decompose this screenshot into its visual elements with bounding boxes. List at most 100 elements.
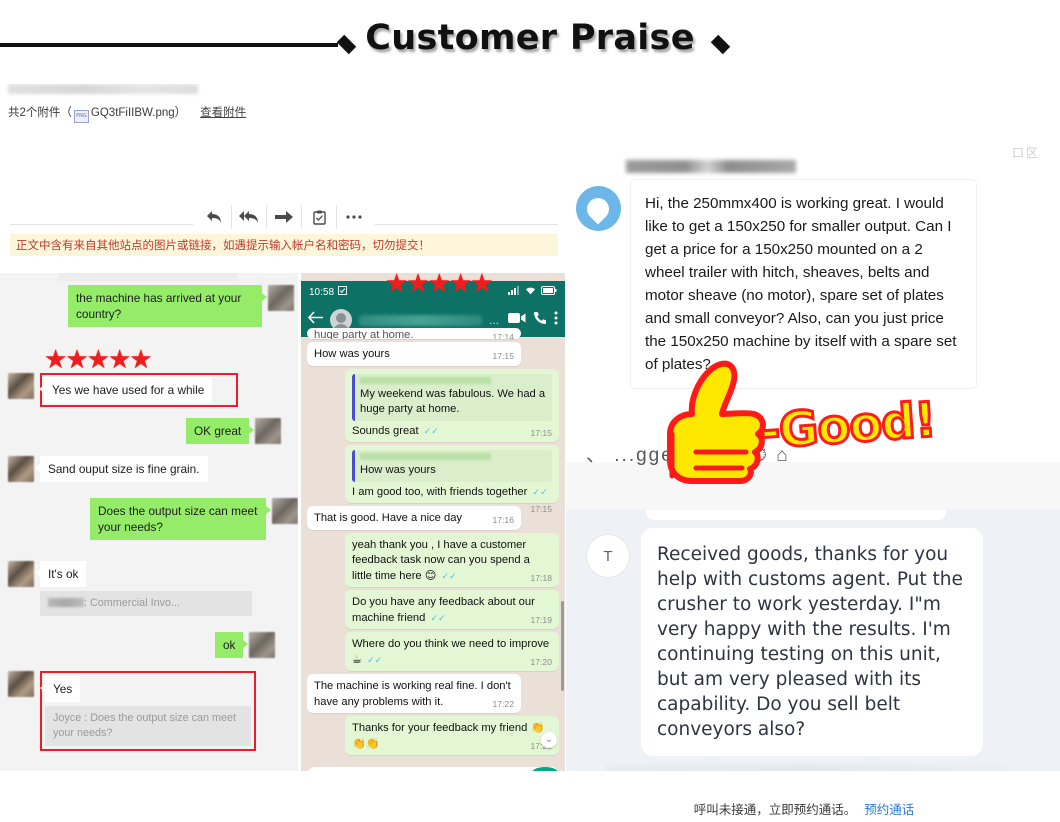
wechat-quoted-message[interactable]: Joyce : Does the output size can meet yo… — [45, 706, 251, 746]
contact-name-blurred — [359, 314, 482, 326]
star-icon: ★ — [129, 345, 153, 375]
task-icon[interactable] — [301, 205, 336, 229]
customer-inquiry-message[interactable]: Hi, the 250mmx400 is working great. I wo… — [631, 180, 976, 388]
avatar[interactable]: T — [586, 534, 630, 578]
png-file-icon: PNG — [73, 110, 89, 123]
bubble-tail — [35, 569, 40, 577]
chevron-double-down-icon[interactable]: ⌄ — [541, 732, 557, 748]
signal-icon — [508, 286, 520, 298]
quote-text: Joyce : Does the output size can meet yo… — [53, 712, 237, 739]
quoted-text: How was yours — [360, 464, 436, 476]
wechat-quoted-attachment[interactable]: : Commercial Invo... — [40, 591, 252, 616]
whatsapp-message-outgoing[interactable]: Do you have any feedback about our machi… — [345, 590, 559, 629]
email-security-warning: 正文中含有来自其他站点的图片或链接，如遇提示输入帐户名和密码，切勿提交！ — [10, 234, 558, 256]
star-icon: ★ — [448, 273, 473, 299]
wechat-bubble-incoming[interactable]: Yes — [40, 676, 81, 702]
message-timestamp: 17:15 — [530, 504, 552, 514]
read-receipt-icon: ✓✓ — [441, 570, 457, 581]
whatsapp-message-incoming[interactable]: The machine is working real fine. I don'… — [307, 674, 521, 713]
wechat-star-rating: ★★★★★ — [44, 345, 153, 375]
sender-name-blurred — [48, 598, 84, 607]
bubble-tail — [40, 684, 45, 692]
page-header: Customer Praise — [0, 0, 1060, 781]
message-timestamp: 17:16 — [492, 515, 514, 525]
chat-message-row: Yes we have used for a while — [8, 373, 239, 407]
star-icon: ★ — [470, 273, 494, 299]
message-text: Yes — [53, 682, 73, 696]
message-text: yeah thank you , I have a customer feedb… — [352, 538, 530, 582]
chat-message-row: Yes Joyce : Does the output size can mee… — [8, 671, 256, 751]
read-receipt-icon: ✓✓ — [367, 654, 383, 665]
whatsapp-message-outgoing[interactable]: yeah thank you , I have a customer feedb… — [345, 532, 559, 587]
customer-feedback-message[interactable]: Received goods, thanks for you help with… — [641, 528, 983, 756]
wechat-bubble-outgoing[interactable]: ok — [215, 632, 249, 658]
window-corner-controls[interactable]: 口区 — [1012, 144, 1040, 161]
message-text: Does the output size can meet your needs… — [98, 504, 258, 534]
wechat-bubble-incoming[interactable]: Yes we have used for a while — [39, 377, 213, 403]
message-timestamp: 17:14 — [492, 332, 514, 339]
whatsapp-message-outgoing[interactable]: How was yours I am good too, with friend… — [345, 445, 559, 514]
chat-message-row: the machine has arrived at your country? — [68, 285, 294, 327]
message-text: It's ok — [48, 567, 79, 581]
avatar — [8, 373, 34, 399]
message-text: I am good too, with friends together — [352, 485, 528, 498]
reply-icon[interactable] — [197, 205, 231, 229]
video-call-icon[interactable] — [508, 311, 526, 329]
more-icon[interactable] — [336, 205, 371, 229]
chat-message-row: OK great — [186, 418, 282, 444]
whatsapp-message-incoming[interactable]: 17:15 How was yours — [307, 342, 521, 366]
phone-call-icon[interactable] — [533, 311, 547, 330]
reply-all-icon[interactable] — [231, 205, 266, 229]
wechat-bubble-outgoing[interactable]: the machine has arrived at your country? — [68, 285, 267, 327]
whatsapp-message-incoming[interactable]: 17:14 huge party at home. — [307, 328, 521, 339]
bubble-tail — [35, 464, 40, 472]
whatsapp-message-outgoing[interactable]: My weekend was fabulous. We had a huge p… — [345, 368, 559, 442]
chat-message-row: ok — [215, 632, 276, 658]
wechat-bubble-outgoing[interactable]: OK great — [186, 418, 255, 444]
quoted-text: My weekend was fabulous. We had a huge p… — [360, 387, 546, 416]
overflow-menu-icon[interactable] — [554, 311, 558, 330]
star-icon: ★ — [107, 345, 132, 375]
right-lower-section: T Received goods, thanks for you help wi… — [566, 510, 1060, 781]
battery-icon — [541, 286, 557, 298]
chat-message-row: Sand ouput size is fine grain. — [8, 456, 208, 482]
star-icon: ★ — [86, 345, 110, 375]
email-panel: 共2个附件（ PNG GQ3tFiIIBW.png） 查看附件 正文中含有来自其他站点… — [0, 84, 566, 270]
read-receipt-icon: ✓✓ — [423, 425, 439, 436]
wechat-bubble-incoming[interactable]: Sand ouput size is fine grain. — [35, 456, 208, 482]
read-receipt-icon: ✓✓ — [532, 486, 548, 497]
whatsapp-chat-panel: 10:58 ... ★★★★★ 17:14 huge party at home… — [301, 273, 565, 781]
quoted-reply: How was yours — [352, 450, 552, 482]
avatar — [272, 498, 298, 524]
message-timestamp: 17:15 — [530, 427, 552, 438]
page-title: Customer Praise — [365, 18, 695, 58]
highlight-box: Yes Joyce : Does the output size can mee… — [40, 671, 256, 751]
bubble-tail — [266, 506, 271, 514]
email-attachment-bar: 共2个附件（ PNG GQ3tFiIIBW.png） 查看附件 — [8, 104, 246, 123]
view-attachments-link[interactable]: 查看附件 — [200, 107, 246, 119]
back-arrow-icon[interactable] — [307, 311, 323, 329]
wechat-bubble-incoming[interactable]: It's ok — [35, 561, 87, 587]
alarm-icon — [338, 286, 348, 298]
contact-name-blurred — [626, 160, 796, 173]
message-text: How was yours — [314, 348, 390, 360]
attachment-filename: GQ3tFiIIBW.png — [90, 107, 175, 119]
avatar — [8, 561, 34, 587]
message-text: huge party at home. — [314, 329, 414, 339]
clipped-bubble-above — [646, 510, 946, 520]
forward-icon[interactable] — [266, 205, 301, 229]
alibaba-drop-avatar[interactable] — [576, 186, 621, 231]
whatsapp-message-incoming[interactable]: 17:16 That is good. Have a nice day — [307, 506, 521, 530]
wifi-icon — [525, 286, 536, 298]
whatsapp-message-outgoing[interactable]: Thanks for your feedback my friend 👏👏👏 1… — [345, 716, 559, 755]
whatsapp-message-list[interactable]: 17:14 huge party at home. 17:15 How was … — [301, 328, 565, 781]
message-text: the machine has arrived at your country? — [76, 291, 242, 321]
wechat-bubble-outgoing[interactable]: Does the output size can meet your needs… — [90, 498, 271, 540]
avatar — [255, 418, 282, 444]
wechat-clipped-bubble-top — [58, 273, 238, 281]
scrollbar[interactable] — [561, 601, 564, 691]
schedule-call-link[interactable]: 预约通话 — [864, 799, 914, 818]
whatsapp-message-outgoing[interactable]: Where do you think we need to improve ☕ … — [345, 632, 559, 671]
avatar — [8, 671, 34, 697]
page-root: Customer Praise 共2个附件（ PNG GQ3tFiIIBW.png）… — [0, 0, 1060, 822]
